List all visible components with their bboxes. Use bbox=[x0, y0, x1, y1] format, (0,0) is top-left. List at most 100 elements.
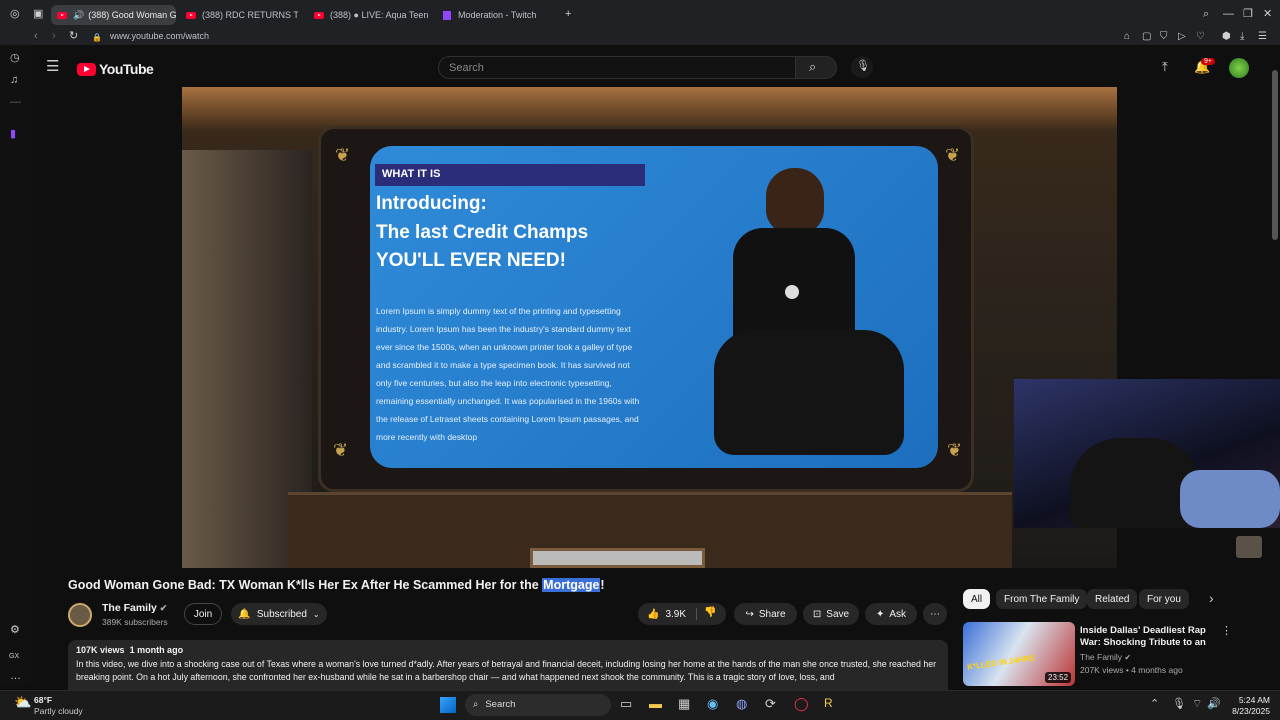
like-count[interactable]: 3.9K bbox=[665, 609, 686, 620]
title-text: Good Woman Gone Bad: TX Woman K*lls Her … bbox=[68, 578, 543, 592]
youtube-play-icon bbox=[77, 62, 96, 76]
history-icon[interactable]: ◷ bbox=[10, 53, 20, 64]
youtube-favicon-icon bbox=[186, 11, 196, 19]
maximize-icon[interactable]: ❐ bbox=[1243, 9, 1253, 20]
play-icon[interactable]: ▷ bbox=[1178, 31, 1186, 42]
channel-avatar[interactable] bbox=[68, 603, 92, 627]
chip-from-the-family[interactable]: From The Family bbox=[996, 589, 1088, 609]
snapshot-icon[interactable]: ▢ bbox=[1142, 31, 1151, 42]
steam-icon[interactable]: ◉ bbox=[707, 697, 718, 710]
clock-date[interactable]: 8/23/2025 bbox=[1224, 706, 1270, 716]
discord-icon[interactable]: ◍ bbox=[736, 697, 747, 710]
url-text[interactable]: www.youtube.com/watch bbox=[110, 31, 209, 41]
bookmark-icon[interactable]: ⌂ bbox=[1124, 31, 1130, 42]
share-button[interactable]: ↪ Share bbox=[734, 603, 797, 625]
heart-icon[interactable]: ♡ bbox=[1196, 31, 1205, 42]
dislike-icon[interactable]: 👎 bbox=[704, 607, 716, 618]
minimize-icon[interactable]: — bbox=[1223, 9, 1234, 20]
youtube-favicon-icon bbox=[314, 11, 324, 19]
search-button[interactable]: ⌕ bbox=[796, 56, 837, 79]
duration-badge: 23:52 bbox=[1045, 672, 1072, 683]
taskbar-search-label: Search bbox=[485, 699, 516, 710]
menu-icon[interactable]: ☰ bbox=[1258, 31, 1267, 42]
task-view-icon[interactable]: ▭ bbox=[620, 697, 632, 710]
pinned-app-icon[interactable]: R bbox=[824, 697, 833, 709]
like-dislike-group: 👍 3.9K 👎 bbox=[638, 603, 726, 625]
microphone-icon[interactable]: 🎙 bbox=[1172, 699, 1186, 710]
more-actions-button[interactable]: ⋯ bbox=[923, 603, 947, 625]
notification-badge: 9+ bbox=[1201, 58, 1215, 65]
tab-label: (388) RDC RETURNS TO bbox=[202, 10, 298, 20]
tab-live-aqua-teen[interactable]: (388) ● LIVE: Aqua Teen bbox=[308, 5, 428, 25]
chevron-right-icon[interactable]: › bbox=[1209, 591, 1214, 605]
voice-search-button[interactable]: 🎙 bbox=[851, 56, 873, 78]
app-icon[interactable]: ⟳ bbox=[765, 697, 776, 710]
chip-for-you[interactable]: For you bbox=[1139, 589, 1189, 609]
download-icon[interactable]: ⤓ bbox=[1240, 31, 1244, 42]
weather-desc[interactable]: Partly cloudy bbox=[34, 706, 83, 716]
video-title: Good Woman Gone Bad: TX Woman K*lls Her … bbox=[68, 578, 605, 592]
ask-label: Ask bbox=[889, 608, 907, 620]
search-icon: ⌕ bbox=[473, 699, 479, 710]
slide-tag: WHAT IT IS bbox=[375, 164, 645, 186]
search-input[interactable]: Search bbox=[438, 56, 796, 79]
ornament-icon: ❦ bbox=[333, 440, 349, 460]
ask-button[interactable]: ✦ Ask bbox=[865, 603, 917, 625]
tab-rdc-returns[interactable]: (388) RDC RETURNS TO bbox=[180, 5, 298, 25]
more-icon[interactable]: … bbox=[10, 671, 21, 682]
like-icon[interactable]: 👍 bbox=[647, 609, 659, 620]
wifi-icon[interactable]: ⌔ bbox=[1192, 699, 1202, 710]
browser-menu-icon[interactable]: ◎ bbox=[10, 9, 20, 20]
tray-chevron-icon[interactable]: ⌃ bbox=[1150, 699, 1159, 710]
tab-manager-icon[interactable]: ▣ bbox=[33, 9, 43, 20]
avatar[interactable] bbox=[1229, 58, 1249, 78]
join-button[interactable]: Join bbox=[184, 603, 222, 625]
recommended-channel[interactable]: The Family ✔ bbox=[1080, 652, 1131, 662]
lock-icon: 🔒 bbox=[92, 33, 102, 42]
close-window-icon[interactable]: ✕ bbox=[1263, 9, 1272, 20]
volume-icon[interactable]: 🔊 bbox=[1207, 699, 1221, 710]
save-button[interactable]: ⊡ Save bbox=[803, 603, 859, 625]
back-icon[interactable]: ‹ bbox=[34, 31, 38, 42]
slide-heading-3: YOU'LL EVER NEED! bbox=[376, 250, 566, 271]
shield-icon[interactable]: ⛉ bbox=[1160, 31, 1168, 42]
upload-icon[interactable]: ⤒ bbox=[1162, 60, 1168, 73]
tab-moderation-twitch[interactable]: Moderation - Twitch bbox=[437, 5, 557, 25]
tab-good-woman[interactable]: 🔊 (388) Good Woman G bbox=[51, 5, 176, 25]
player-icon[interactable]: ♫ bbox=[10, 75, 18, 86]
divider-icon: — bbox=[10, 96, 21, 108]
opera-gx-icon[interactable]: ◯ bbox=[794, 697, 809, 710]
tab-label: (388) ● LIVE: Aqua Teen bbox=[330, 10, 428, 20]
chip-all[interactable]: All bbox=[963, 589, 991, 609]
windows-taskbar: ⛅ 68°F Partly cloudy ⌕ Search ▭ ▬ ▦ ◉ ◍ ⟳… bbox=[0, 690, 1280, 720]
channel-name[interactable]: The Family ✔ bbox=[102, 602, 167, 614]
page-scrollbar[interactable] bbox=[1272, 70, 1278, 240]
gx-icon[interactable]: GX bbox=[9, 651, 19, 662]
subscribed-button[interactable]: 🔔 Subscribed ⌄ bbox=[231, 603, 327, 625]
windows-start-icon[interactable] bbox=[440, 697, 456, 713]
ornament-icon: ❦ bbox=[335, 145, 351, 165]
taskbar-search[interactable]: ⌕ Search bbox=[465, 694, 611, 716]
weather-temp[interactable]: 68°F bbox=[34, 695, 52, 705]
store-icon[interactable]: ▦ bbox=[678, 697, 690, 710]
forward-icon[interactable]: › bbox=[52, 31, 56, 42]
youtube-logo[interactable]: YouTube bbox=[77, 61, 154, 77]
youtube-favicon-icon bbox=[57, 11, 67, 19]
twitch-icon[interactable]: ▮ bbox=[10, 129, 16, 140]
file-explorer-icon[interactable]: ▬ bbox=[649, 697, 662, 710]
title-end: ! bbox=[600, 578, 605, 592]
slide-body-text: Lorem Ipsum is simply dummy text of the … bbox=[376, 306, 640, 442]
kebab-menu-icon[interactable]: ⋮ bbox=[1221, 626, 1232, 637]
reload-icon[interactable]: ↻ bbox=[69, 31, 78, 42]
rec-channel-text: The Family bbox=[1080, 652, 1123, 662]
hamburger-menu-icon[interactable]: ☰ bbox=[46, 59, 59, 74]
new-tab-icon[interactable]: + bbox=[565, 9, 571, 20]
recommended-thumbnail[interactable]: K*LLED IN 24HRS 23:52 bbox=[963, 622, 1075, 686]
clock-time[interactable]: 5:24 AM bbox=[1224, 695, 1270, 705]
extensions-icon[interactable]: ⬢ bbox=[1222, 31, 1231, 42]
tab-search-icon[interactable]: ⌕ bbox=[1203, 9, 1209, 20]
channel-name-text: The Family bbox=[102, 602, 157, 614]
settings-icon[interactable]: ⚙ bbox=[10, 625, 20, 636]
chip-related[interactable]: Related bbox=[1087, 589, 1138, 609]
recommended-title[interactable]: Inside Dallas' Deadliest Rap War: Shocki… bbox=[1080, 625, 1215, 649]
